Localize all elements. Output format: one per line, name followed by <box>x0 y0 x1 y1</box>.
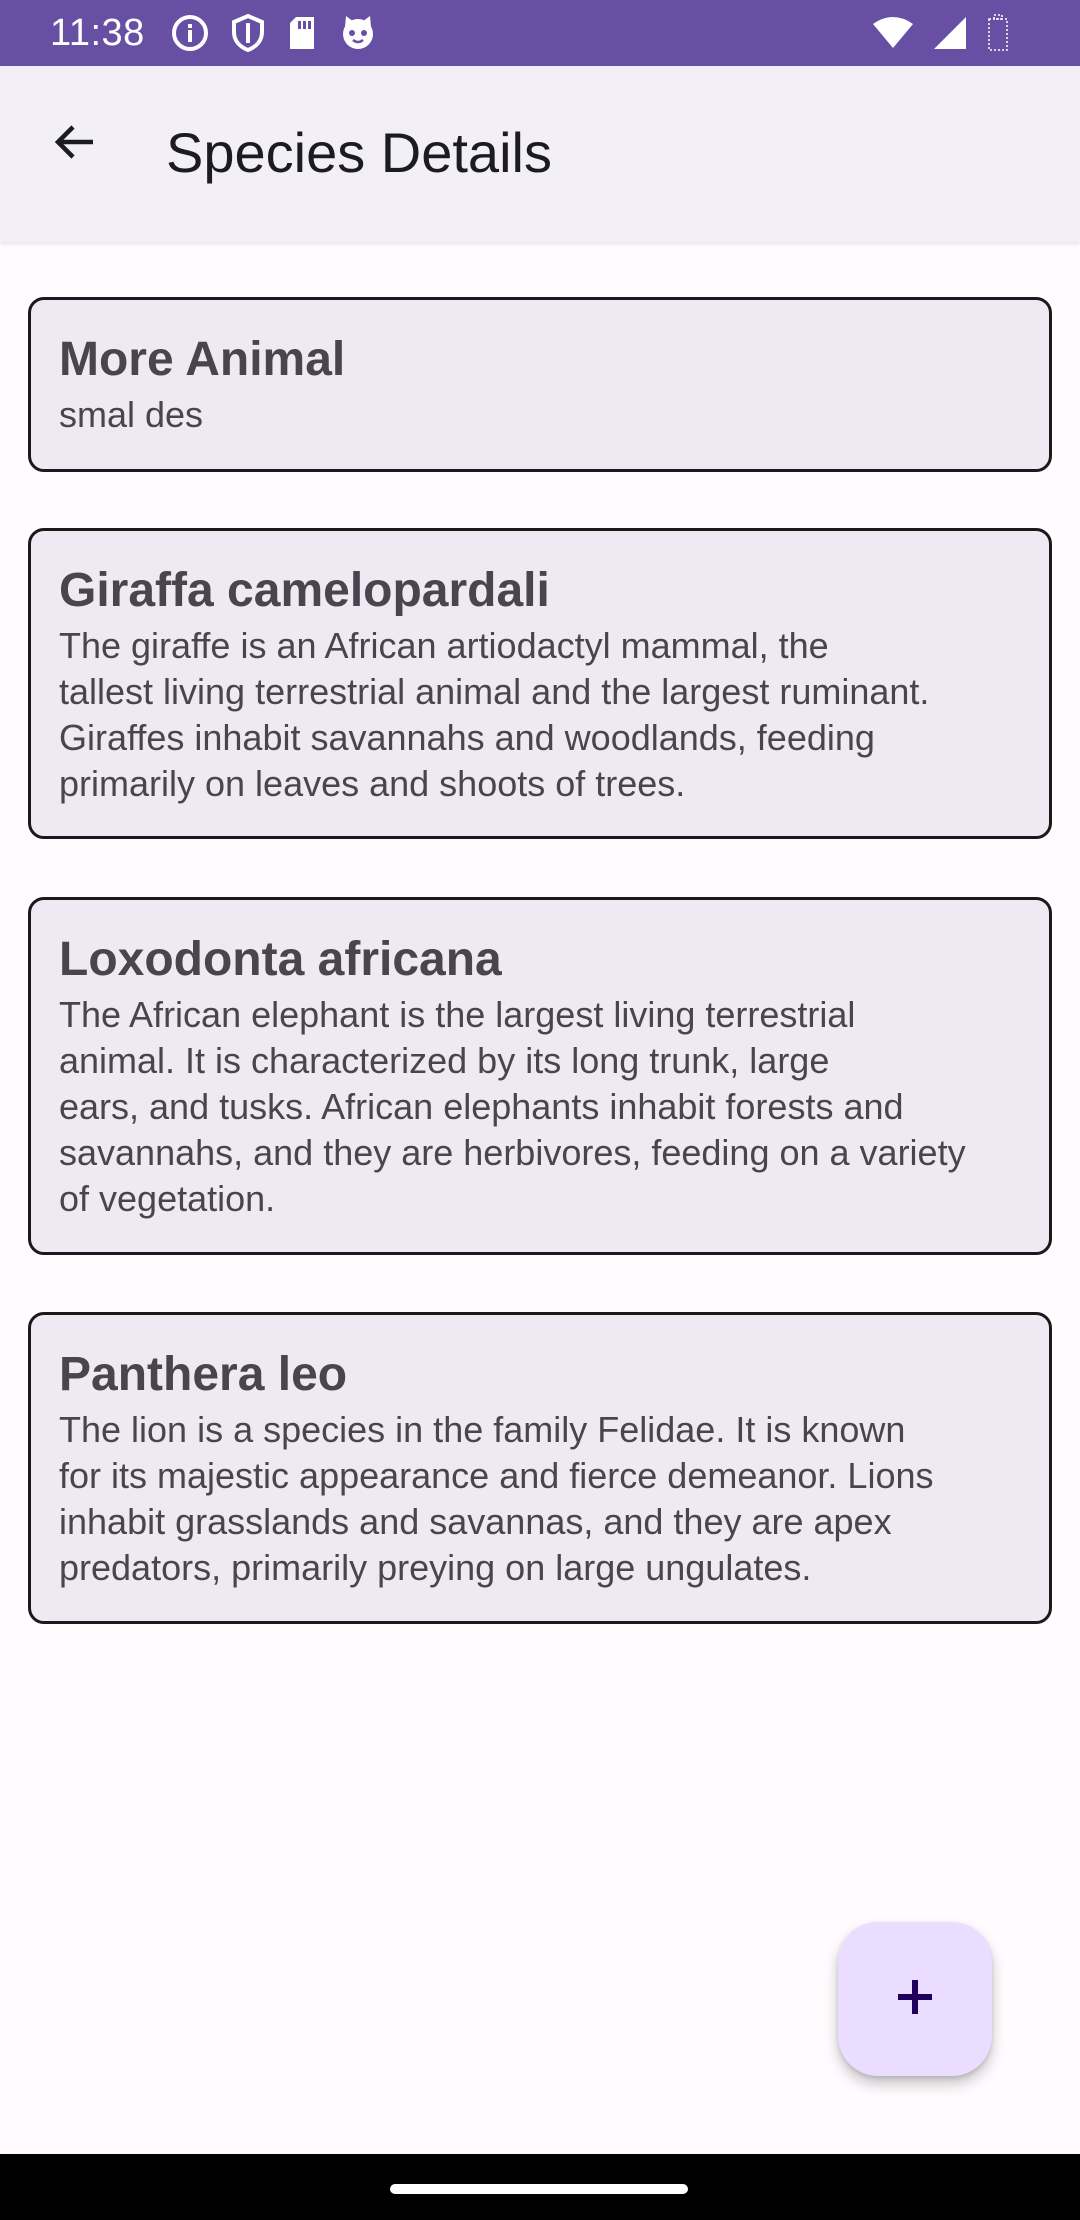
battery-icon <box>986 14 1010 52</box>
species-card[interactable]: Loxodonta africana The African elephant … <box>28 897 1052 1255</box>
add-species-button[interactable] <box>838 1922 992 2076</box>
status-bar: 11:38 <box>0 0 1080 66</box>
back-button[interactable] <box>38 107 112 181</box>
status-time: 11:38 <box>50 12 145 54</box>
arrow-back-icon <box>51 118 99 171</box>
info-icon <box>170 13 210 53</box>
species-description: The giraffe is an African artiodactyl ma… <box>59 625 930 804</box>
signal-icon <box>932 15 968 51</box>
wifi-icon <box>872 16 914 50</box>
species-description: The lion is a species in the family Feli… <box>59 1409 934 1588</box>
shield-icon <box>230 13 266 53</box>
top-app-bar: Species Details <box>0 66 1080 242</box>
species-name: Giraffa camelopardali <box>59 564 550 617</box>
home-indicator[interactable] <box>390 2184 688 2194</box>
species-card[interactable]: Panthera leo The lion is a species in th… <box>28 1312 1052 1624</box>
species-name: Panthera leo <box>59 1348 348 1401</box>
species-name: Loxodonta africana <box>59 933 502 986</box>
species-description: smal des <box>59 394 204 435</box>
species-card[interactable]: Giraffa camelopardali The giraffe is an … <box>28 528 1052 839</box>
cat-icon <box>338 13 378 53</box>
status-notification-icons <box>170 12 378 54</box>
sd-card-icon <box>286 14 318 52</box>
page-title: Species Details <box>166 121 552 184</box>
species-name: More Animal <box>59 333 346 386</box>
status-system-icons <box>872 12 1010 54</box>
plus-icon <box>893 1975 937 2024</box>
species-card[interactable]: More Animal smal des <box>28 297 1052 472</box>
species-description: The African elephant is the largest livi… <box>59 994 966 1219</box>
